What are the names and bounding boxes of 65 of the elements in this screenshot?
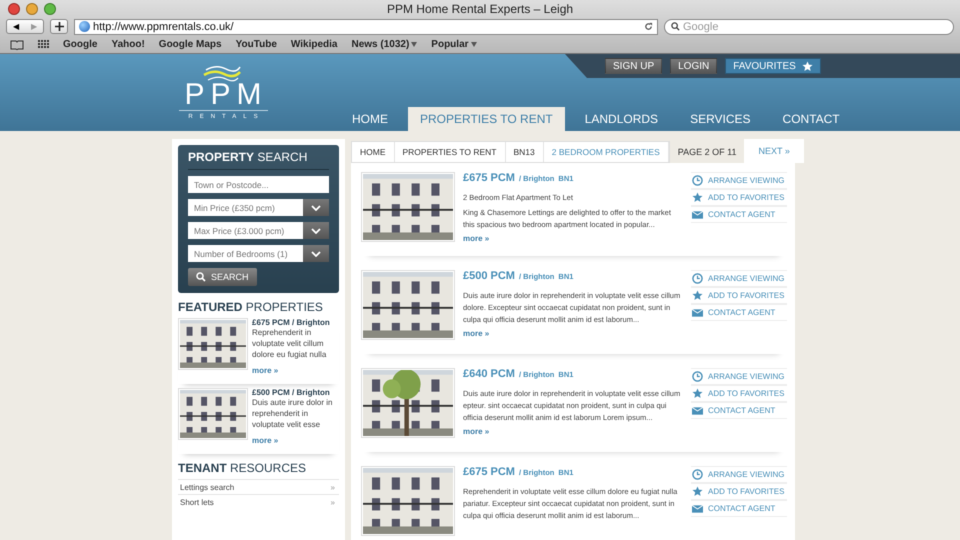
search-placeholder: Google bbox=[683, 20, 718, 32]
breadcrumb-link[interactable]: PROPERTIES TO RENT bbox=[394, 142, 506, 162]
back-forward-button[interactable]: ◀ ▶ bbox=[6, 19, 44, 34]
nav-tab[interactable]: CONTACT bbox=[770, 107, 852, 131]
logo-text: PPM bbox=[178, 80, 268, 111]
more-link[interactable]: more » bbox=[463, 234, 683, 243]
listing-price: £500 PCM bbox=[463, 270, 515, 282]
account-button[interactable]: LOGIN bbox=[670, 58, 718, 74]
featured-price: £500 PCM / Brighton bbox=[252, 388, 331, 397]
action-link[interactable]: ADD TO FAVORITES bbox=[691, 483, 787, 500]
address-field[interactable]: http://www.ppmrentals.co.uk/ bbox=[74, 18, 658, 34]
featured-text: Duis aute irure dolor in reprehenderit in voluptate velit esse bbox=[252, 397, 334, 430]
section-heading: TENANT RESOURCES bbox=[178, 461, 308, 475]
town-field[interactable]: Town or Postcode... bbox=[188, 176, 329, 193]
bookmark-link[interactable]: Google bbox=[63, 39, 98, 50]
action-link[interactable]: CONTACT AGENT bbox=[691, 402, 787, 419]
url-text: http://www.ppmrentals.co.uk/ bbox=[93, 20, 234, 32]
featured-price: £675 PCM / Brighton bbox=[252, 318, 331, 327]
section-heading: FEATURED PROPERTIES bbox=[178, 300, 324, 314]
search-button[interactable]: SEARCH bbox=[188, 268, 257, 286]
nav-tab[interactable]: LANDLORDS bbox=[572, 107, 670, 131]
bookmark-link[interactable]: Popular bbox=[431, 39, 469, 50]
search-field[interactable]: Google bbox=[664, 18, 954, 34]
page-indicator: PAGE 2 OF 11 bbox=[676, 147, 738, 159]
account-button[interactable]: SIGN UP bbox=[605, 58, 662, 74]
nav-tab[interactable]: PROPERTIES TO RENT bbox=[408, 107, 565, 131]
bookmark-link[interactable]: Wikipedia bbox=[290, 39, 338, 50]
action-link[interactable]: CONTACT AGENT bbox=[691, 500, 787, 517]
more-link[interactable]: more » bbox=[252, 436, 278, 445]
resource-link[interactable]: Short lets bbox=[180, 498, 214, 507]
action-link[interactable]: ARRANGE VIEWING bbox=[691, 368, 787, 385]
window-title: PPM Home Rental Experts – Leigh bbox=[386, 2, 574, 16]
featured-text: Reprehenderit in voluptate velit cillum dolore eu fugiat nulla bbox=[252, 327, 328, 360]
listing-price: £675 PCM bbox=[463, 466, 515, 478]
nav-tab[interactable]: SERVICES bbox=[678, 107, 763, 131]
next-link[interactable]: NEXT » bbox=[744, 139, 804, 163]
listing-price: £640 PCM bbox=[463, 368, 515, 380]
breadcrumb-link[interactable]: 2 BEDROOM PROPERTIES bbox=[544, 142, 669, 162]
action-link[interactable]: ADD TO FAVORITES bbox=[691, 189, 787, 206]
bookmark-link[interactable]: Yahoo! bbox=[111, 39, 145, 50]
breadcrumb-link[interactable]: BN13 bbox=[506, 142, 544, 162]
action-link[interactable]: ARRANGE VIEWING bbox=[691, 466, 787, 483]
panel-title: PROPERTY SEARCH bbox=[188, 150, 329, 170]
action-link[interactable]: ARRANGE VIEWING bbox=[691, 172, 787, 189]
more-link[interactable]: more » bbox=[252, 366, 278, 375]
bookmark-link[interactable]: Google Maps bbox=[158, 39, 222, 50]
account-button[interactable]: FAVOURITES bbox=[725, 58, 821, 74]
action-link[interactable]: ADD TO FAVORITES bbox=[691, 287, 787, 304]
action-link[interactable]: CONTACT AGENT bbox=[691, 206, 787, 223]
resource-link[interactable]: Lettings search bbox=[180, 483, 234, 492]
nav-tab[interactable]: HOME bbox=[340, 107, 400, 131]
chevron-text: » bbox=[330, 498, 335, 507]
action-link[interactable]: ADD TO FAVORITES bbox=[691, 385, 787, 402]
action-link[interactable]: ARRANGE VIEWING bbox=[691, 270, 787, 287]
chevron-text: » bbox=[330, 483, 335, 492]
listing-price: £675 PCM bbox=[463, 172, 515, 184]
select-field[interactable]: Min Price (£350 pcm) bbox=[188, 199, 303, 216]
bookmark-link[interactable]: News (1032) bbox=[351, 39, 410, 50]
breadcrumb-link[interactable]: HOME bbox=[352, 142, 394, 162]
bookmark-link[interactable]: YouTube bbox=[236, 39, 277, 50]
more-link[interactable]: more » bbox=[463, 427, 683, 436]
select-field[interactable]: Max Price (£3.000 pcm) bbox=[188, 222, 303, 239]
action-link[interactable]: CONTACT AGENT bbox=[691, 304, 787, 321]
select-field[interactable]: Number of Bedrooms (1) bbox=[188, 245, 303, 262]
more-link[interactable]: more » bbox=[463, 329, 683, 338]
